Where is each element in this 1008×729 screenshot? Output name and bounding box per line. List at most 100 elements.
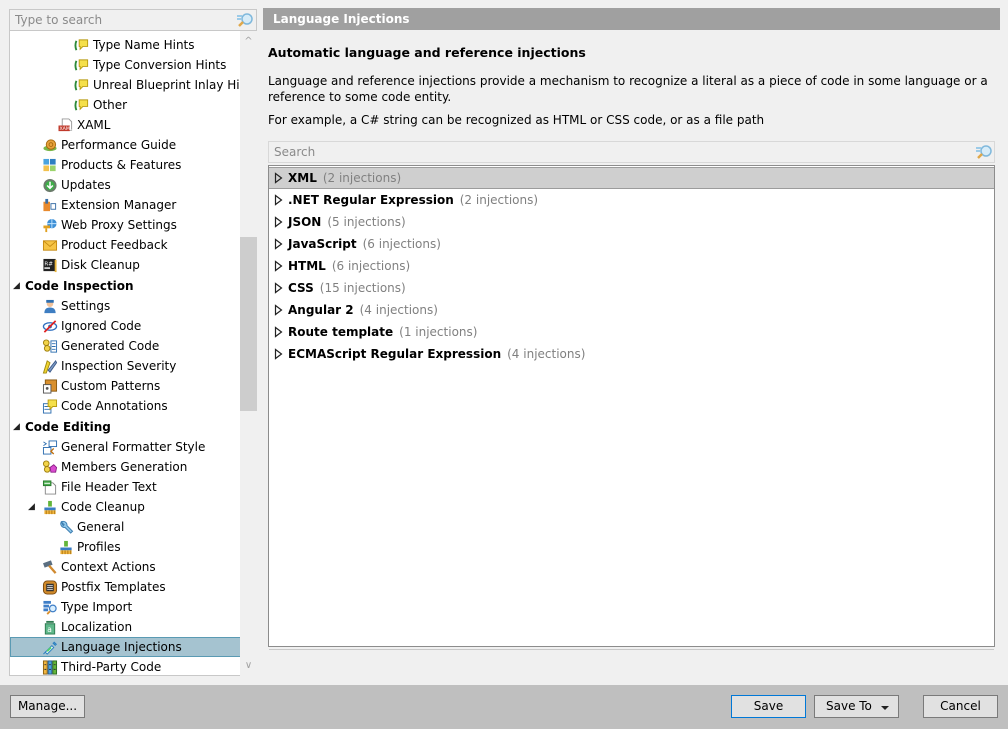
tree-item-label: Type Conversion Hints (93, 58, 227, 72)
tree-item-label: Disk Cleanup (61, 258, 140, 272)
tree-item-xaml[interactable]: XAML XAML (10, 115, 241, 135)
tree-item-language-injections[interactable]: Language Injections (10, 637, 241, 657)
tree-item-third-party-code[interactable]: Third-Party Code (10, 657, 241, 675)
injection-count: (5 injections) (327, 215, 406, 229)
tree-item-code-inspection[interactable]: ◢ Code Inspection (10, 276, 241, 296)
collapsed-triangle-icon[interactable] (274, 167, 284, 189)
localization-icon: a (44, 620, 56, 635)
injection-row[interactable]: CSS (15 injections) (269, 277, 994, 299)
manage-button[interactable]: Manage... (10, 695, 85, 718)
expanded-arrow-icon[interactable]: ◢ (13, 276, 20, 296)
injection-row[interactable]: JavaScript (6 injections) (269, 233, 994, 255)
scroll-up-arrow-icon[interactable]: ^ (240, 33, 257, 50)
injections-search-input[interactable] (269, 142, 959, 162)
search-icon (237, 13, 253, 27)
injection-count: (15 injections) (319, 281, 406, 295)
tree-item-label: Code Editing (25, 419, 111, 434)
expanded-arrow-icon[interactable]: ◢ (28, 497, 35, 517)
tree-item-ignored-code[interactable]: Ignored Code (10, 316, 241, 336)
injections-list[interactable]: XML (2 injections) .NET Regular Expression… (268, 165, 995, 647)
collapsed-triangle-icon[interactable] (274, 211, 284, 233)
injection-count: (6 injections) (331, 259, 411, 273)
tree-item-type-conversion-hints[interactable]: Type Conversion Hints (10, 55, 241, 75)
tree-item-label: Localization (61, 620, 133, 634)
tree-item-type-import[interactable]: Type Import (10, 597, 241, 617)
tree-item-context-actions[interactable]: Context Actions (10, 557, 241, 577)
settings-search-input[interactable] (10, 10, 230, 30)
annotation-icon (42, 399, 58, 414)
settings-search-box[interactable] (9, 9, 257, 31)
tree-item-general-formatter-style[interactable]: General Formatter Style (10, 437, 241, 457)
tree-item-localization[interactable]: a Localization (10, 617, 241, 637)
tree-item-label: Extension Manager (61, 198, 177, 212)
tree-item-type-name-hints[interactable]: Type Name Hints (10, 35, 241, 55)
tree-item-postfix-templates[interactable]: Postfix Templates (10, 577, 241, 597)
collapsed-triangle-icon[interactable] (274, 233, 284, 255)
tree-item-products-features[interactable]: Products & Features (10, 155, 241, 175)
collapsed-triangle-icon[interactable] (274, 343, 284, 365)
tree-item-general[interactable]: General (10, 517, 241, 537)
collapsed-triangle-icon[interactable] (274, 321, 284, 343)
tree-item-other[interactable]: Other (10, 95, 241, 115)
tree-item-code-editing[interactable]: ◢ Code Editing (10, 417, 241, 437)
tree-item-profiles[interactable]: Profiles (10, 537, 241, 557)
injection-row[interactable]: XML (2 injections) (269, 167, 994, 189)
injection-language: .NET Regular Expression (288, 193, 454, 207)
cancel-button[interactable]: Cancel (923, 695, 998, 718)
save-button[interactable]: Save (731, 695, 806, 718)
tree-item-inspection-severity[interactable]: Inspection Severity (10, 356, 241, 376)
tree-item-label: Language Injections (61, 640, 182, 654)
broom-icon (44, 500, 56, 515)
settings-tree[interactable]: Type Name Hints Type Conversion Hints Unre… (9, 31, 257, 676)
save-to-button[interactable]: Save To (814, 695, 899, 718)
injection-language: HTML (288, 259, 326, 273)
tree-item-label: General (77, 520, 125, 534)
injection-row[interactable]: HTML (6 injections) (269, 255, 994, 277)
products-grid-icon (43, 158, 56, 172)
injection-row[interactable]: Route template (1 injections) (269, 321, 994, 343)
snail-icon (43, 139, 57, 152)
collapsed-triangle-icon[interactable] (274, 189, 284, 211)
collapsed-triangle-icon[interactable] (274, 277, 284, 299)
tree-scrollbar[interactable]: ^ ∨ (240, 31, 257, 676)
injection-language: XML (288, 171, 317, 185)
collapsed-triangle-icon[interactable] (274, 299, 284, 321)
type-import-icon (43, 600, 57, 615)
tree-item-web-proxy-settings[interactable]: Web Proxy Settings (10, 215, 241, 235)
tree-item-unreal-blueprint-inlay-hints[interactable]: Unreal Blueprint Inlay Hints (10, 75, 256, 95)
scroll-down-arrow-icon[interactable]: ∨ (240, 657, 257, 674)
tree-item-generated-code[interactable]: Generated Code (10, 336, 241, 356)
tree-item-label: Other (93, 98, 128, 112)
tree-item-code-annotations[interactable]: Code Annotations (10, 396, 241, 416)
syringe-icon (43, 641, 57, 655)
svg-text:R#: R# (44, 262, 53, 268)
tree-item-file-header-text[interactable]: File Header Text (10, 477, 241, 497)
tree-item-code-cleanup[interactable]: ◢ Code Cleanup (10, 497, 241, 517)
tree-item-extension-manager[interactable]: Extension Manager (10, 195, 241, 215)
tree-item-label: XAML (77, 118, 111, 132)
injections-search-box[interactable] (268, 141, 995, 163)
collapsed-triangle-icon[interactable] (274, 255, 284, 277)
tree-item-label: Unreal Blueprint Inlay Hints (93, 78, 257, 92)
tree-item-members-generation[interactable]: Members Generation (10, 457, 241, 477)
tree-item-label: Inspection Severity (61, 359, 177, 373)
inspector-icon (44, 299, 56, 314)
inlay-hints-icon (74, 99, 89, 111)
tree-item-product-feedback[interactable]: Product Feedback (10, 235, 241, 255)
tree-item-custom-patterns[interactable]: Custom Patterns (10, 376, 241, 396)
members-gen-icon (42, 460, 58, 473)
scrollbar-thumb[interactable] (240, 237, 257, 411)
tree-item-disk-cleanup[interactable]: R# Disk Cleanup (10, 255, 241, 275)
tree-item-performance-guide[interactable]: Performance Guide (10, 135, 241, 155)
tree-item-settings[interactable]: Settings (10, 296, 241, 316)
page-header: Language Injections (263, 8, 1000, 30)
tree-item-updates[interactable]: Updates (10, 175, 241, 195)
injection-row[interactable]: .NET Regular Expression (2 injections) (269, 189, 994, 211)
injection-row[interactable]: Angular 2 (4 injections) (269, 299, 994, 321)
example-text: For example, a C# string can be recogniz… (268, 113, 765, 127)
injection-row[interactable]: ECMAScript Regular Expression (4 injectio… (269, 343, 994, 365)
injection-text: Angular 2 (4 injections) (288, 299, 438, 321)
injection-row[interactable]: JSON (5 injections) (269, 211, 994, 233)
expanded-arrow-icon[interactable]: ◢ (13, 417, 20, 437)
tree-item-label: General Formatter Style (61, 440, 206, 454)
